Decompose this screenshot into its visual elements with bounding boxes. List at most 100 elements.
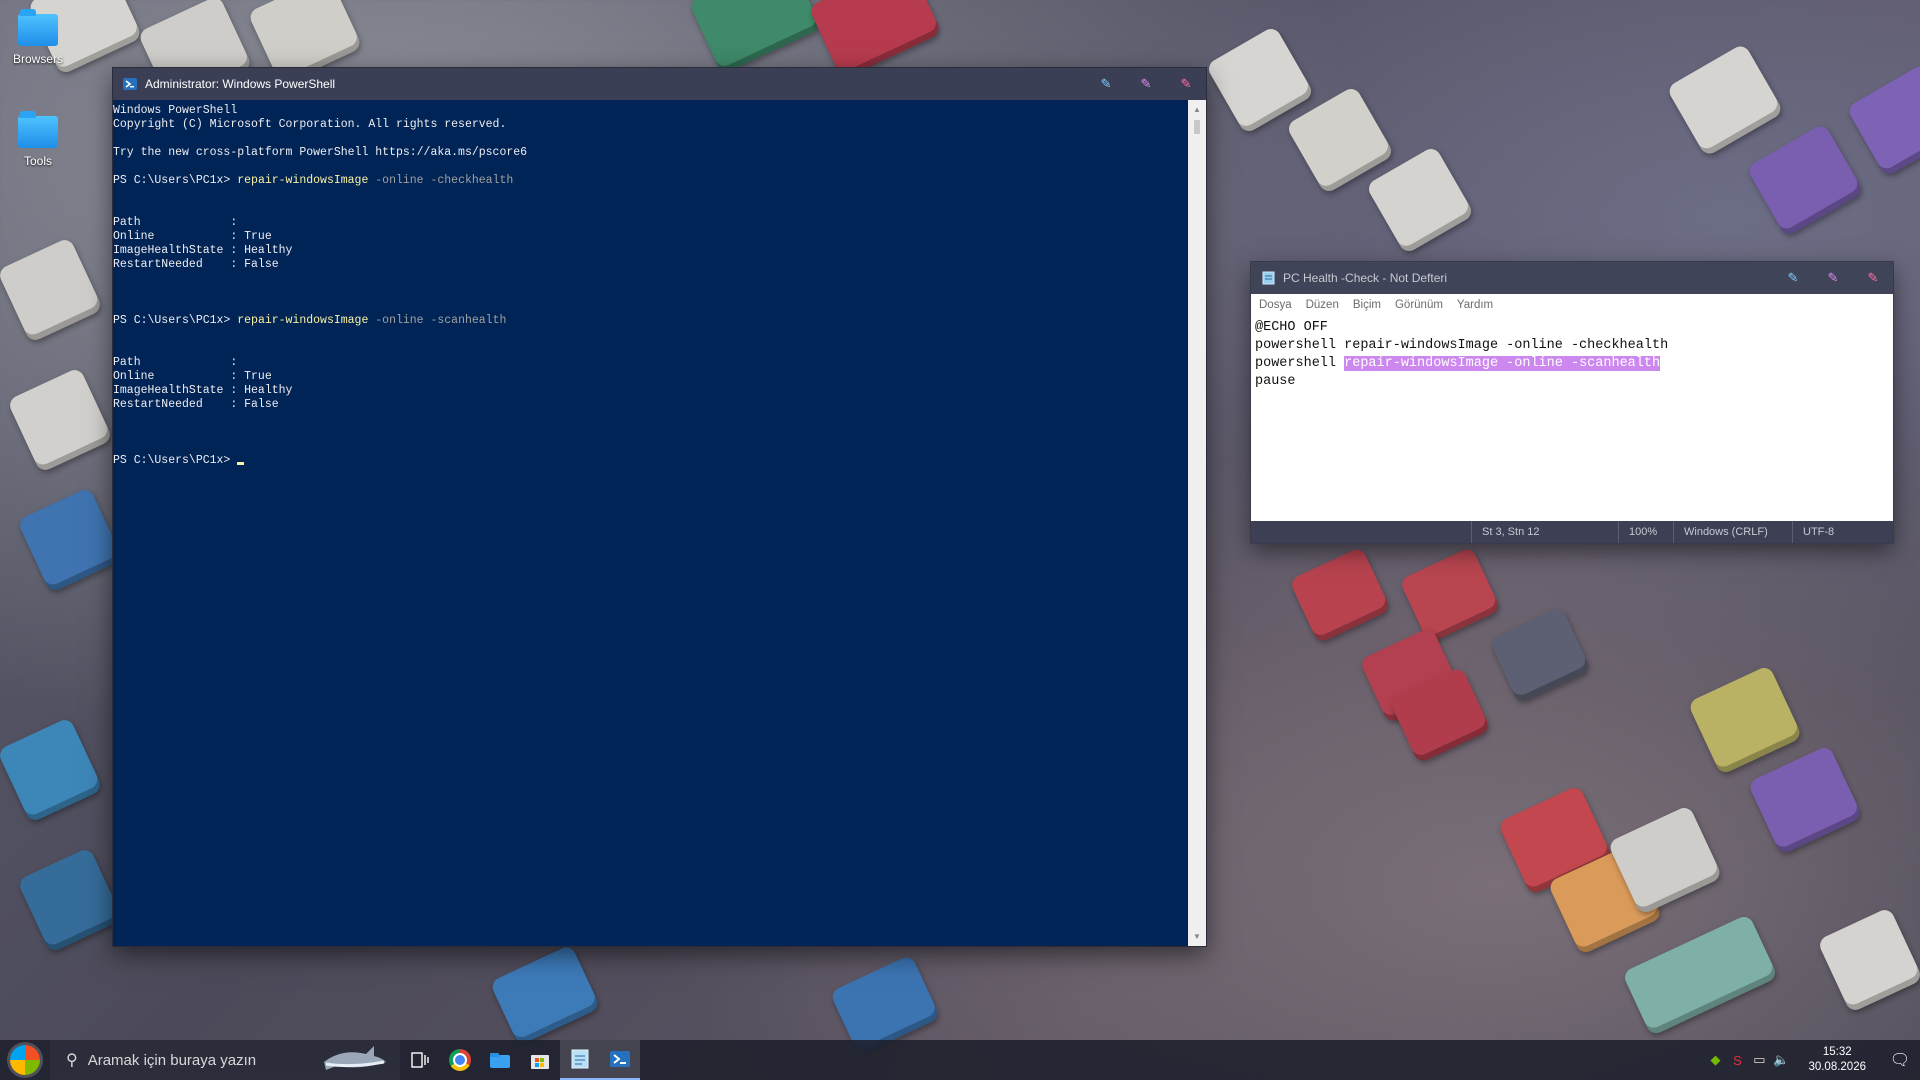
powershell-icon: [610, 1051, 630, 1067]
pen-icon: ✎: [1787, 270, 1799, 285]
console-line: PS C:\Users\PC1x> repair-windowsImage -o…: [113, 314, 1188, 328]
nvidia-icon[interactable]: ◆: [1704, 1052, 1726, 1068]
maximize-button[interactable]: ✎: [1126, 68, 1166, 100]
taskbar-file-explorer[interactable]: [480, 1040, 520, 1080]
antivirus-icon[interactable]: S: [1726, 1053, 1748, 1068]
notepad-icon: [1261, 271, 1275, 285]
search-box[interactable]: ⚲ Aramak için buraya yazın: [50, 1040, 400, 1080]
task-view-button[interactable]: [400, 1040, 440, 1080]
search-icon: ⚲: [66, 1052, 78, 1069]
console-line: Copyright (C) Microsoft Corporation. All…: [113, 118, 1188, 132]
text-cursor: [237, 462, 245, 465]
console-line: ImageHealthState : Healthy: [113, 244, 1188, 258]
windows-logo-icon: [10, 1045, 40, 1075]
search-placeholder: Aramak için buraya yazın: [87, 1051, 257, 1069]
close-button[interactable]: ✎: [1166, 68, 1206, 100]
console-text: ImageHealthState : Healthy: [113, 384, 293, 397]
console-command: repair-windowsImage: [237, 314, 369, 327]
console-text: Windows PowerShell: [113, 104, 238, 117]
powershell-titlebar[interactable]: Administrator: Windows PowerShell ✎ ✎ ✎: [113, 68, 1206, 100]
store-icon: [531, 1055, 549, 1069]
console-line: PS C:\Users\PC1x> repair-windowsImage -o…: [113, 174, 1188, 188]
taskbar-store[interactable]: [520, 1040, 560, 1080]
notification-button[interactable]: 🗨: [1880, 1050, 1920, 1070]
text-selection: repair-windowsImage -online -scanhealth: [1344, 356, 1661, 371]
taskbar-powershell[interactable]: [600, 1040, 640, 1080]
console-arguments: -online -checkhealth: [368, 174, 514, 187]
network-icon[interactable]: ▭: [1748, 1052, 1770, 1068]
clock[interactable]: 15:32 30.08.2026: [1808, 1045, 1866, 1075]
console-line: Path :: [113, 356, 1188, 370]
console-line: RestartNeeded : False: [113, 258, 1188, 272]
console-text: Path :: [113, 356, 238, 369]
minimize-button[interactable]: ✎: [1086, 68, 1126, 100]
clock-time: 15:32: [1822, 1046, 1852, 1058]
folder-icon: [18, 9, 58, 46]
console-prompt: PS C:\Users\PC1x>: [113, 174, 238, 187]
menu-format[interactable]: Biçim: [1353, 299, 1381, 311]
text-editor[interactable]: @ECHO OFF powershell repair-windowsImage…: [1251, 316, 1883, 521]
desktop-icon-browsers[interactable]: Browsers: [2, 9, 74, 66]
clock-date: 30.08.2026: [1808, 1061, 1866, 1073]
console-text: Online : True: [113, 370, 272, 383]
window-title: PC Health -Check - Not Defteri: [1283, 271, 1448, 285]
desktop-icon-tools[interactable]: Tools: [2, 111, 74, 168]
editor-line: pause: [1255, 374, 1296, 389]
console-line: PS C:\Users\PC1x>: [113, 454, 1188, 468]
taskbar-notepad[interactable]: [560, 1040, 600, 1080]
menu-edit[interactable]: Düzen: [1306, 299, 1339, 311]
menu-view[interactable]: Görünüm: [1395, 299, 1443, 311]
console-text: RestartNeeded : False: [113, 398, 279, 411]
minimize-button[interactable]: ✎: [1773, 262, 1813, 294]
console-prompt: PS C:\Users\PC1x>: [113, 314, 238, 327]
window-title: Administrator: Windows PowerShell: [145, 77, 336, 91]
pen-icon: ✎: [1100, 76, 1112, 91]
console-line: RestartNeeded : False: [113, 398, 1188, 412]
maximize-button[interactable]: ✎: [1813, 262, 1853, 294]
console-output[interactable]: Windows PowerShell Copyright (C) Microsof…: [113, 100, 1188, 946]
console-line: Path :: [113, 216, 1188, 230]
powershell-window[interactable]: Administrator: Windows PowerShell ✎ ✎ ✎ …: [113, 68, 1206, 946]
status-position: St 3, Stn 12: [1471, 521, 1618, 543]
desktop-icon-label: Tools: [23, 154, 52, 168]
console-arguments: -online -scanhealth: [368, 314, 507, 327]
scrollbar-thumb[interactable]: [1194, 120, 1200, 134]
scroll-up-icon[interactable]: ▲: [1193, 105, 1201, 114]
menu-file[interactable]: Dosya: [1259, 299, 1292, 311]
console-line: Online : True: [113, 370, 1188, 384]
notification-icon: 🗨: [1889, 1052, 1911, 1069]
system-tray: ◆ S ▭ 🔈 15:32 30.08.2026 🗨: [1704, 1040, 1920, 1080]
desktop-icon-label: Browsers: [12, 52, 63, 66]
scroll-down-icon[interactable]: ▼: [1193, 932, 1201, 941]
console-text: Online : True: [113, 230, 272, 243]
menu-bar: Dosya Düzen Biçim Görünüm Yardım: [1251, 294, 1893, 316]
pen-icon: ✎: [1180, 76, 1192, 91]
notepad-titlebar[interactable]: PC Health -Check - Not Defteri ✎ ✎ ✎: [1251, 262, 1893, 294]
console-text: Try the new cross-platform PowerShell ht…: [113, 146, 528, 159]
close-button[interactable]: ✎: [1853, 262, 1893, 294]
console-text: RestartNeeded : False: [113, 258, 279, 271]
folder-icon: [490, 1053, 510, 1068]
start-button[interactable]: [0, 1040, 50, 1080]
taskbar-chrome[interactable]: [440, 1040, 480, 1080]
status-bar: St 3, Stn 12 100% Windows (CRLF) UTF-8: [1251, 521, 1893, 543]
vertical-scrollbar[interactable]: ▲ ▼: [1188, 100, 1206, 946]
menu-help[interactable]: Yardım: [1457, 299, 1493, 311]
volume-icon[interactable]: 🔈: [1770, 1052, 1792, 1068]
console-text: ImageHealthState : Healthy: [113, 244, 293, 257]
task-view-icon: [411, 1052, 429, 1068]
pen-icon: ✎: [1827, 270, 1839, 285]
notepad-window[interactable]: PC Health -Check - Not Defteri ✎ ✎ ✎ Dos…: [1251, 262, 1893, 543]
editor-line: powershell repair-windowsImage -online -…: [1255, 338, 1669, 353]
console-line: Try the new cross-platform PowerShell ht…: [113, 146, 1188, 160]
chrome-icon: [449, 1049, 471, 1071]
status-line-ending: Windows (CRLF): [1673, 521, 1792, 543]
